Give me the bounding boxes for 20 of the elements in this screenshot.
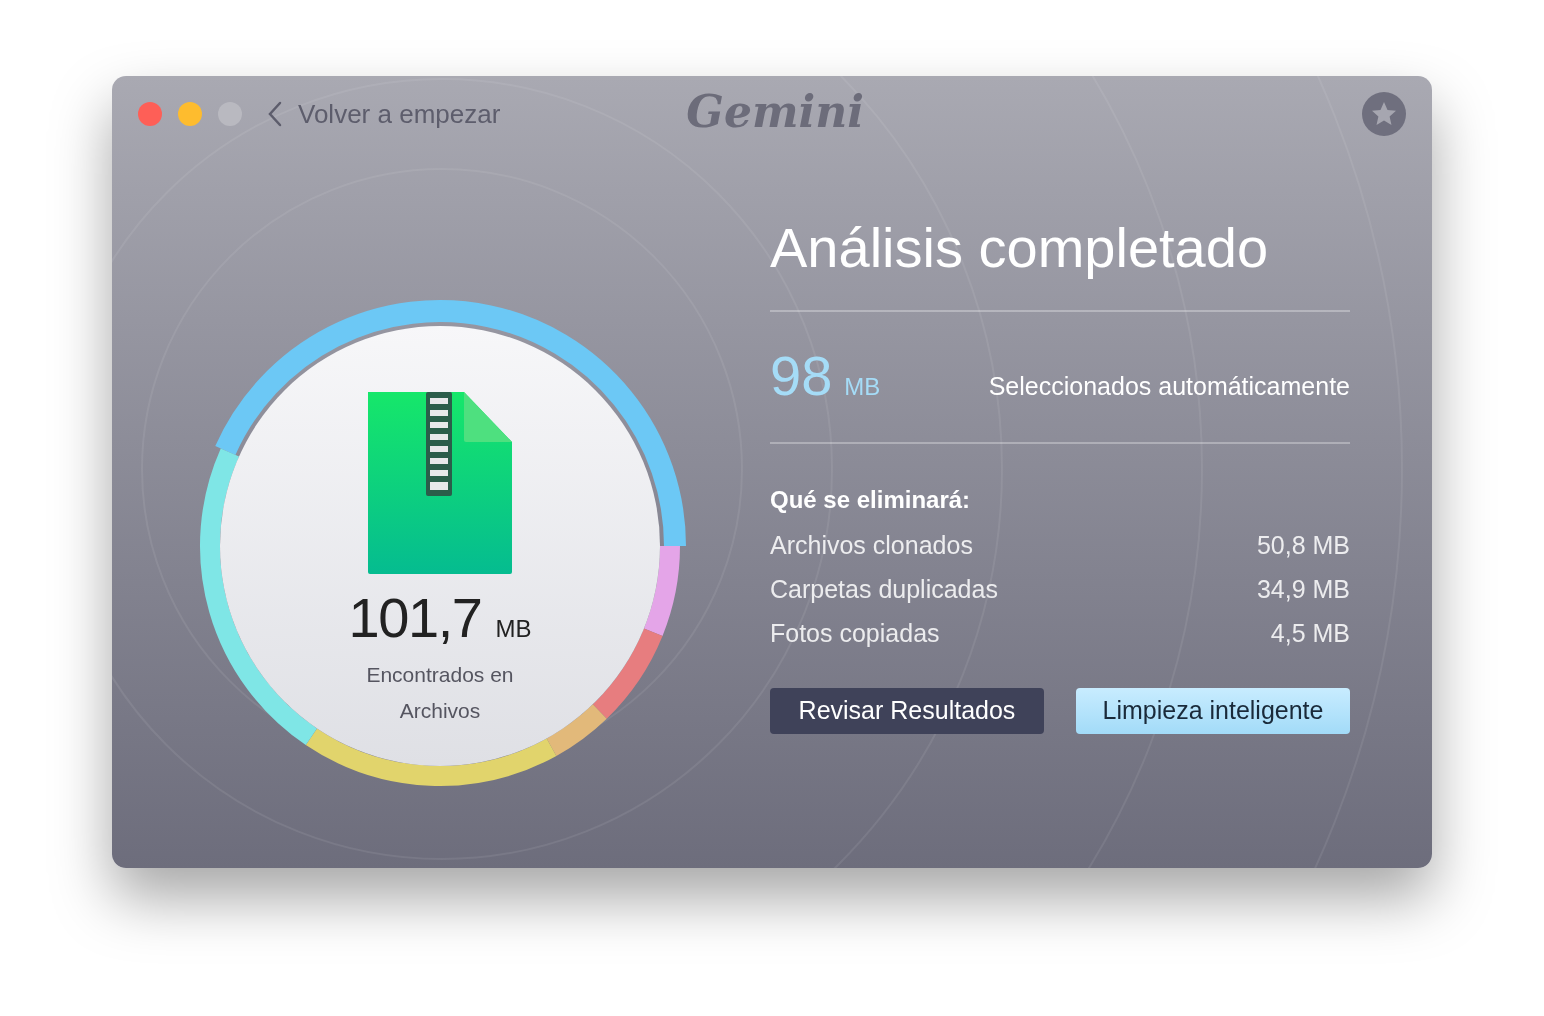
category-label: Fotos copiadas (770, 618, 940, 650)
review-results-button[interactable]: Revisar Resultados (770, 688, 1044, 734)
found-unit: MB (495, 614, 532, 644)
zip-file-icon (366, 392, 514, 576)
category-size: 34,9 MB (1256, 574, 1350, 606)
app-logo: Gemini (686, 85, 864, 139)
smart-clean-button[interactable]: Limpieza inteligente (1076, 688, 1350, 734)
selected-label: Seleccionados automáticamente (988, 371, 1350, 402)
minimize-button[interactable] (178, 102, 202, 126)
selected-size: 98 (770, 348, 833, 404)
category-size: 4,5 MB (1270, 618, 1350, 650)
category-size: 50,8 MB (1256, 530, 1350, 562)
removal-heading: Qué se eliminará: (770, 485, 972, 515)
category-label: Carpetas duplicadas (770, 574, 998, 606)
close-button[interactable] (138, 102, 162, 126)
selected-unit: MB (844, 372, 881, 402)
found-caption: Encontrados en Archivos (365, 662, 515, 724)
category-label: Archivos clonados (770, 530, 973, 562)
found-size: 101,7 (348, 590, 482, 646)
chevron-left-icon (268, 101, 282, 127)
